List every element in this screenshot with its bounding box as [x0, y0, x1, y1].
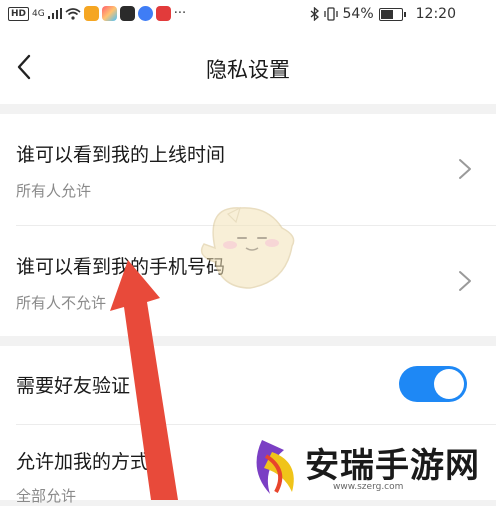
online-time-visibility-row[interactable]: 谁可以看到我的上线时间 所有人允许 — [0, 114, 496, 225]
store-app-icon — [119, 6, 135, 21]
online-time-visibility-value: 所有人允许 — [16, 182, 92, 200]
more-notifications-icon: ··· — [173, 6, 187, 21]
phone-number-visibility-row[interactable]: 谁可以看到我的手机号码 所有人不允许 — [0, 226, 496, 336]
photos-app-icon — [101, 6, 117, 21]
signal-icon — [47, 8, 62, 19]
title-bar: 隐私设置 — [0, 32, 496, 104]
privacy-visibility-card: 谁可以看到我的上线时间 所有人允许 谁可以看到我的手机号码 所有人不允许 — [0, 114, 496, 336]
phone-number-visibility-value: 所有人不允许 — [16, 294, 107, 312]
friend-verification-label: 需要好友验证 — [16, 375, 131, 397]
chevron-right-icon — [459, 159, 471, 179]
friend-verification-toggle[interactable] — [399, 366, 467, 402]
phone-number-visibility-label: 谁可以看到我的手机号码 — [16, 256, 226, 278]
vibrate-icon — [323, 7, 338, 21]
status-right: 54% 12:20 — [310, 6, 456, 22]
status-left: HD 4G ··· — [8, 6, 186, 21]
online-time-visibility-label: 谁可以看到我的上线时间 — [16, 144, 226, 166]
bluetooth-icon — [310, 7, 319, 21]
hd-indicator: HD — [8, 6, 30, 21]
chevron-right-icon — [459, 271, 471, 291]
friend-verification-row: 需要好友验证 — [0, 346, 496, 424]
music-app-icon — [137, 6, 153, 21]
camera-app-icon — [83, 6, 99, 21]
battery-percent: 54% — [342, 6, 374, 22]
add-methods-value: 全部允许 — [16, 487, 77, 505]
battery-icon — [378, 7, 406, 21]
watermark-site-name: 安瑞手游网 — [305, 446, 480, 486]
notes-app-icon — [155, 6, 171, 21]
signal-type-label: 4G — [32, 8, 45, 19]
page-title: 隐私设置 — [206, 58, 290, 82]
watermark-url: www.szerg.com — [333, 482, 404, 492]
add-methods-label: 允许加我的方式 — [16, 451, 150, 473]
wifi-icon — [65, 7, 81, 20]
clock: 12:20 — [415, 6, 456, 22]
status-bar: HD 4G ··· 54% 12:20 — [0, 0, 496, 32]
toggle-knob — [434, 369, 464, 399]
